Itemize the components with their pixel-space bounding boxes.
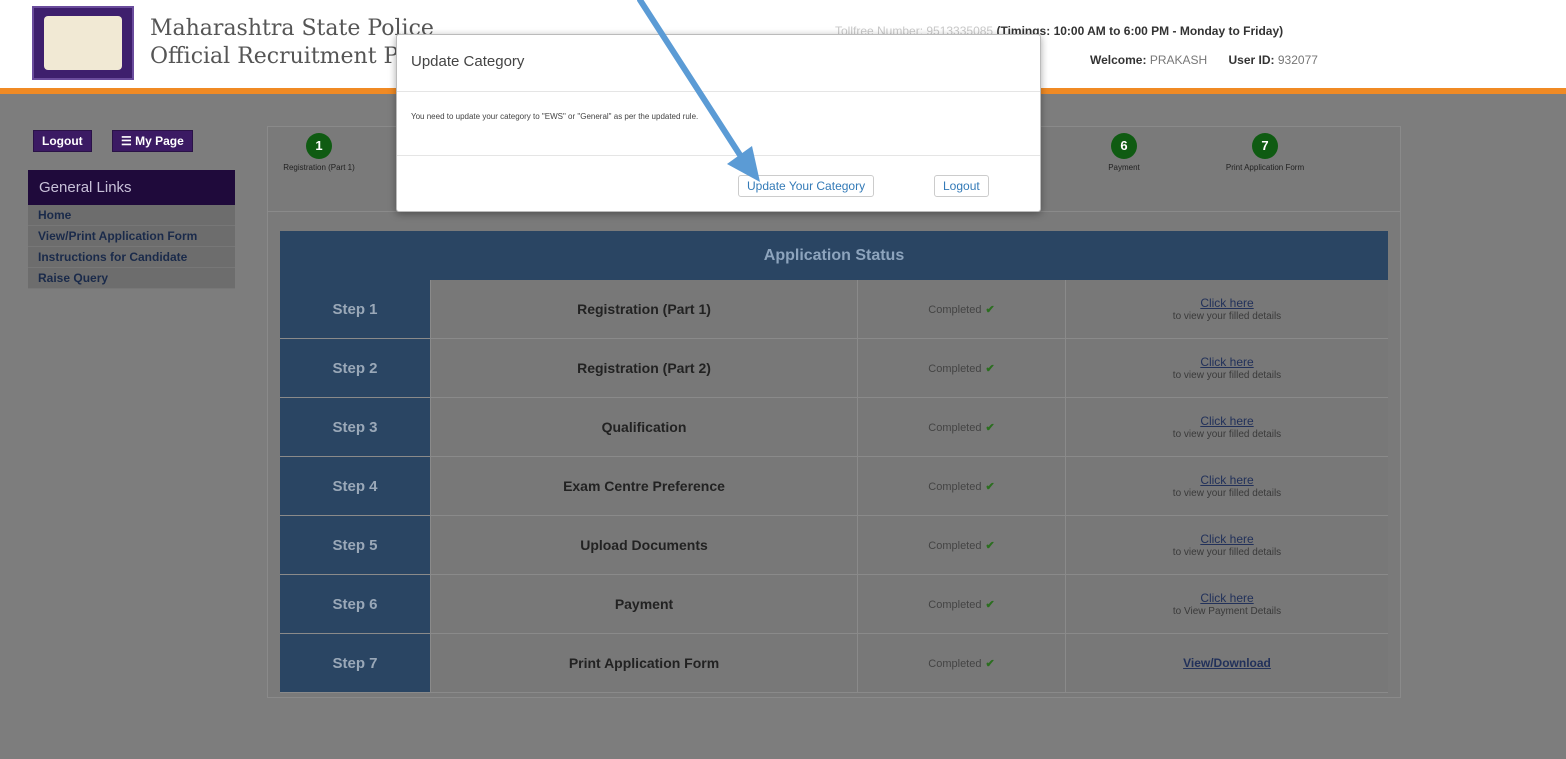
action-cell: Click here to view your filled details (1065, 515, 1388, 575)
status-cell: Completed ✔ (857, 574, 1066, 634)
click-here-link[interactable]: Click here (1067, 473, 1387, 487)
step-cell: Step 1 (280, 280, 431, 339)
checkmark-icon: ✔ (985, 598, 995, 611)
checkmark-icon: ✔ (985, 539, 995, 552)
step-name: Payment (430, 574, 858, 634)
checkmark-icon: ✔ (985, 480, 995, 493)
table-row: Step 1 Registration (Part 1) Completed ✔ … (280, 280, 1388, 339)
table-row: Step 5 Upload Documents Completed ✔ Click… (280, 515, 1388, 575)
police-emblem-logo (32, 6, 134, 80)
step-cell: Step 2 (280, 338, 431, 398)
modal-title: Update Category (411, 53, 525, 70)
step-cell: Step 3 (280, 397, 431, 457)
userid-label: User ID: (1228, 53, 1275, 67)
sidebar: General Links Home View/Print Applicatio… (28, 170, 235, 289)
link-hint: to View Payment Details (1172, 606, 1282, 617)
welcome-label: Welcome: (1090, 53, 1147, 67)
status-text: Completed (928, 598, 982, 611)
status-text: Completed (928, 539, 982, 552)
brand-title: Maharashtra State Police (150, 16, 434, 41)
action-cell: Click here to view your filled details (1065, 456, 1388, 516)
sidebar-item-instructions[interactable]: Instructions for Candidate (28, 247, 235, 268)
step-label: Registration (Part 1) (283, 163, 355, 172)
status-text: Completed (928, 421, 982, 434)
application-status-table: Application Status Step 1 Registration (… (280, 231, 1388, 693)
click-here-link[interactable]: Click here (1067, 296, 1387, 310)
view-download-link[interactable]: View/Download (1067, 656, 1387, 670)
step-cell: Step 4 (280, 456, 431, 516)
status-text: Completed (928, 362, 982, 375)
link-hint: to view your filled details (1172, 311, 1282, 322)
step-label: Payment (1108, 163, 1140, 172)
step-name: Registration (Part 2) (430, 338, 858, 398)
modal-divider (397, 91, 1040, 92)
step-number: 1 (306, 133, 332, 159)
status-cell: Completed ✔ (857, 338, 1066, 398)
action-cell: Click here to view your filled details (1065, 338, 1388, 398)
step-cell: Step 5 (280, 515, 431, 575)
status-cell: Completed ✔ (857, 633, 1066, 693)
checkmark-icon: ✔ (985, 657, 995, 670)
status-text: Completed (928, 657, 982, 670)
update-category-modal: Update Category You need to update your … (396, 34, 1041, 212)
link-hint: to view your filled details (1172, 488, 1282, 499)
logout-button[interactable]: Logout (33, 130, 92, 152)
action-cell: Click here to View Payment Details (1065, 574, 1388, 634)
step-name: Qualification (430, 397, 858, 457)
checkmark-icon: ✔ (985, 421, 995, 434)
status-text: Completed (928, 480, 982, 493)
sidebar-title: General Links (28, 170, 235, 205)
step-number: 6 (1111, 133, 1137, 159)
table-row: Step 2 Registration (Part 2) Completed ✔ … (280, 338, 1388, 398)
action-cell: Click here to view your filled details (1065, 280, 1388, 339)
step-name: Registration (Part 1) (430, 280, 858, 339)
status-table-title: Application Status (280, 231, 1388, 280)
my-page-label: My Page (135, 134, 184, 148)
link-hint: to view your filled details (1172, 547, 1282, 558)
link-hint: to view your filled details (1172, 429, 1282, 440)
click-here-link[interactable]: Click here (1067, 355, 1387, 369)
modal-message: You need to update your category to "EWS… (411, 112, 699, 121)
step-cell: Step 6 (280, 574, 431, 634)
action-cell: Click here to view your filled details (1065, 397, 1388, 457)
status-cell: Completed ✔ (857, 397, 1066, 457)
modal-logout-button[interactable]: Logout (934, 175, 989, 197)
click-here-link[interactable]: Click here (1067, 591, 1387, 605)
status-cell: Completed ✔ (857, 280, 1066, 339)
click-here-link[interactable]: Click here (1067, 414, 1387, 428)
list-icon: ☰ (121, 134, 132, 148)
my-page-button[interactable]: ☰ My Page (112, 130, 193, 152)
action-cell: View/Download (1065, 633, 1388, 693)
step-name: Upload Documents (430, 515, 858, 575)
step-number: 7 (1252, 133, 1278, 159)
welcome-bar: Welcome: PRAKASH User ID: 932077 (1090, 53, 1336, 67)
update-category-button[interactable]: Update Your Category (738, 175, 875, 197)
userid-value: 932077 (1277, 53, 1318, 67)
status-cell: Completed ✔ (857, 456, 1066, 516)
checkmark-icon: ✔ (985, 362, 995, 375)
wizard-step[interactable]: 7 Print Application Form (1205, 133, 1325, 173)
wizard-step[interactable]: 1 Registration (Part 1) (259, 133, 379, 173)
table-row: Step 6 Payment Completed ✔ Click here to V… (280, 574, 1388, 634)
link-hint: to view your filled details (1172, 370, 1282, 381)
status-text: Completed (928, 303, 982, 316)
status-cell: Completed ✔ (857, 515, 1066, 575)
table-row: Step 4 Exam Centre Preference Completed ✔… (280, 456, 1388, 516)
sidebar-item-home[interactable]: Home (28, 205, 235, 226)
modal-divider (397, 155, 1040, 156)
sidebar-item-raise-query[interactable]: Raise Query (28, 268, 235, 289)
step-cell: Step 7 (280, 633, 431, 693)
step-name: Print Application Form (430, 633, 858, 693)
table-row: Step 3 Qualification Completed ✔ Click he… (280, 397, 1388, 457)
step-label: Print Application Form (1225, 163, 1305, 172)
welcome-name: PRAKASH (1149, 53, 1208, 67)
table-row: Step 7 Print Application Form Completed ✔… (280, 633, 1388, 693)
step-name: Exam Centre Preference (430, 456, 858, 516)
sidebar-item-view-print[interactable]: View/Print Application Form (28, 226, 235, 247)
wizard-step[interactable]: 6 Payment (1064, 133, 1184, 173)
click-here-link[interactable]: Click here (1067, 532, 1387, 546)
checkmark-icon: ✔ (985, 303, 995, 316)
